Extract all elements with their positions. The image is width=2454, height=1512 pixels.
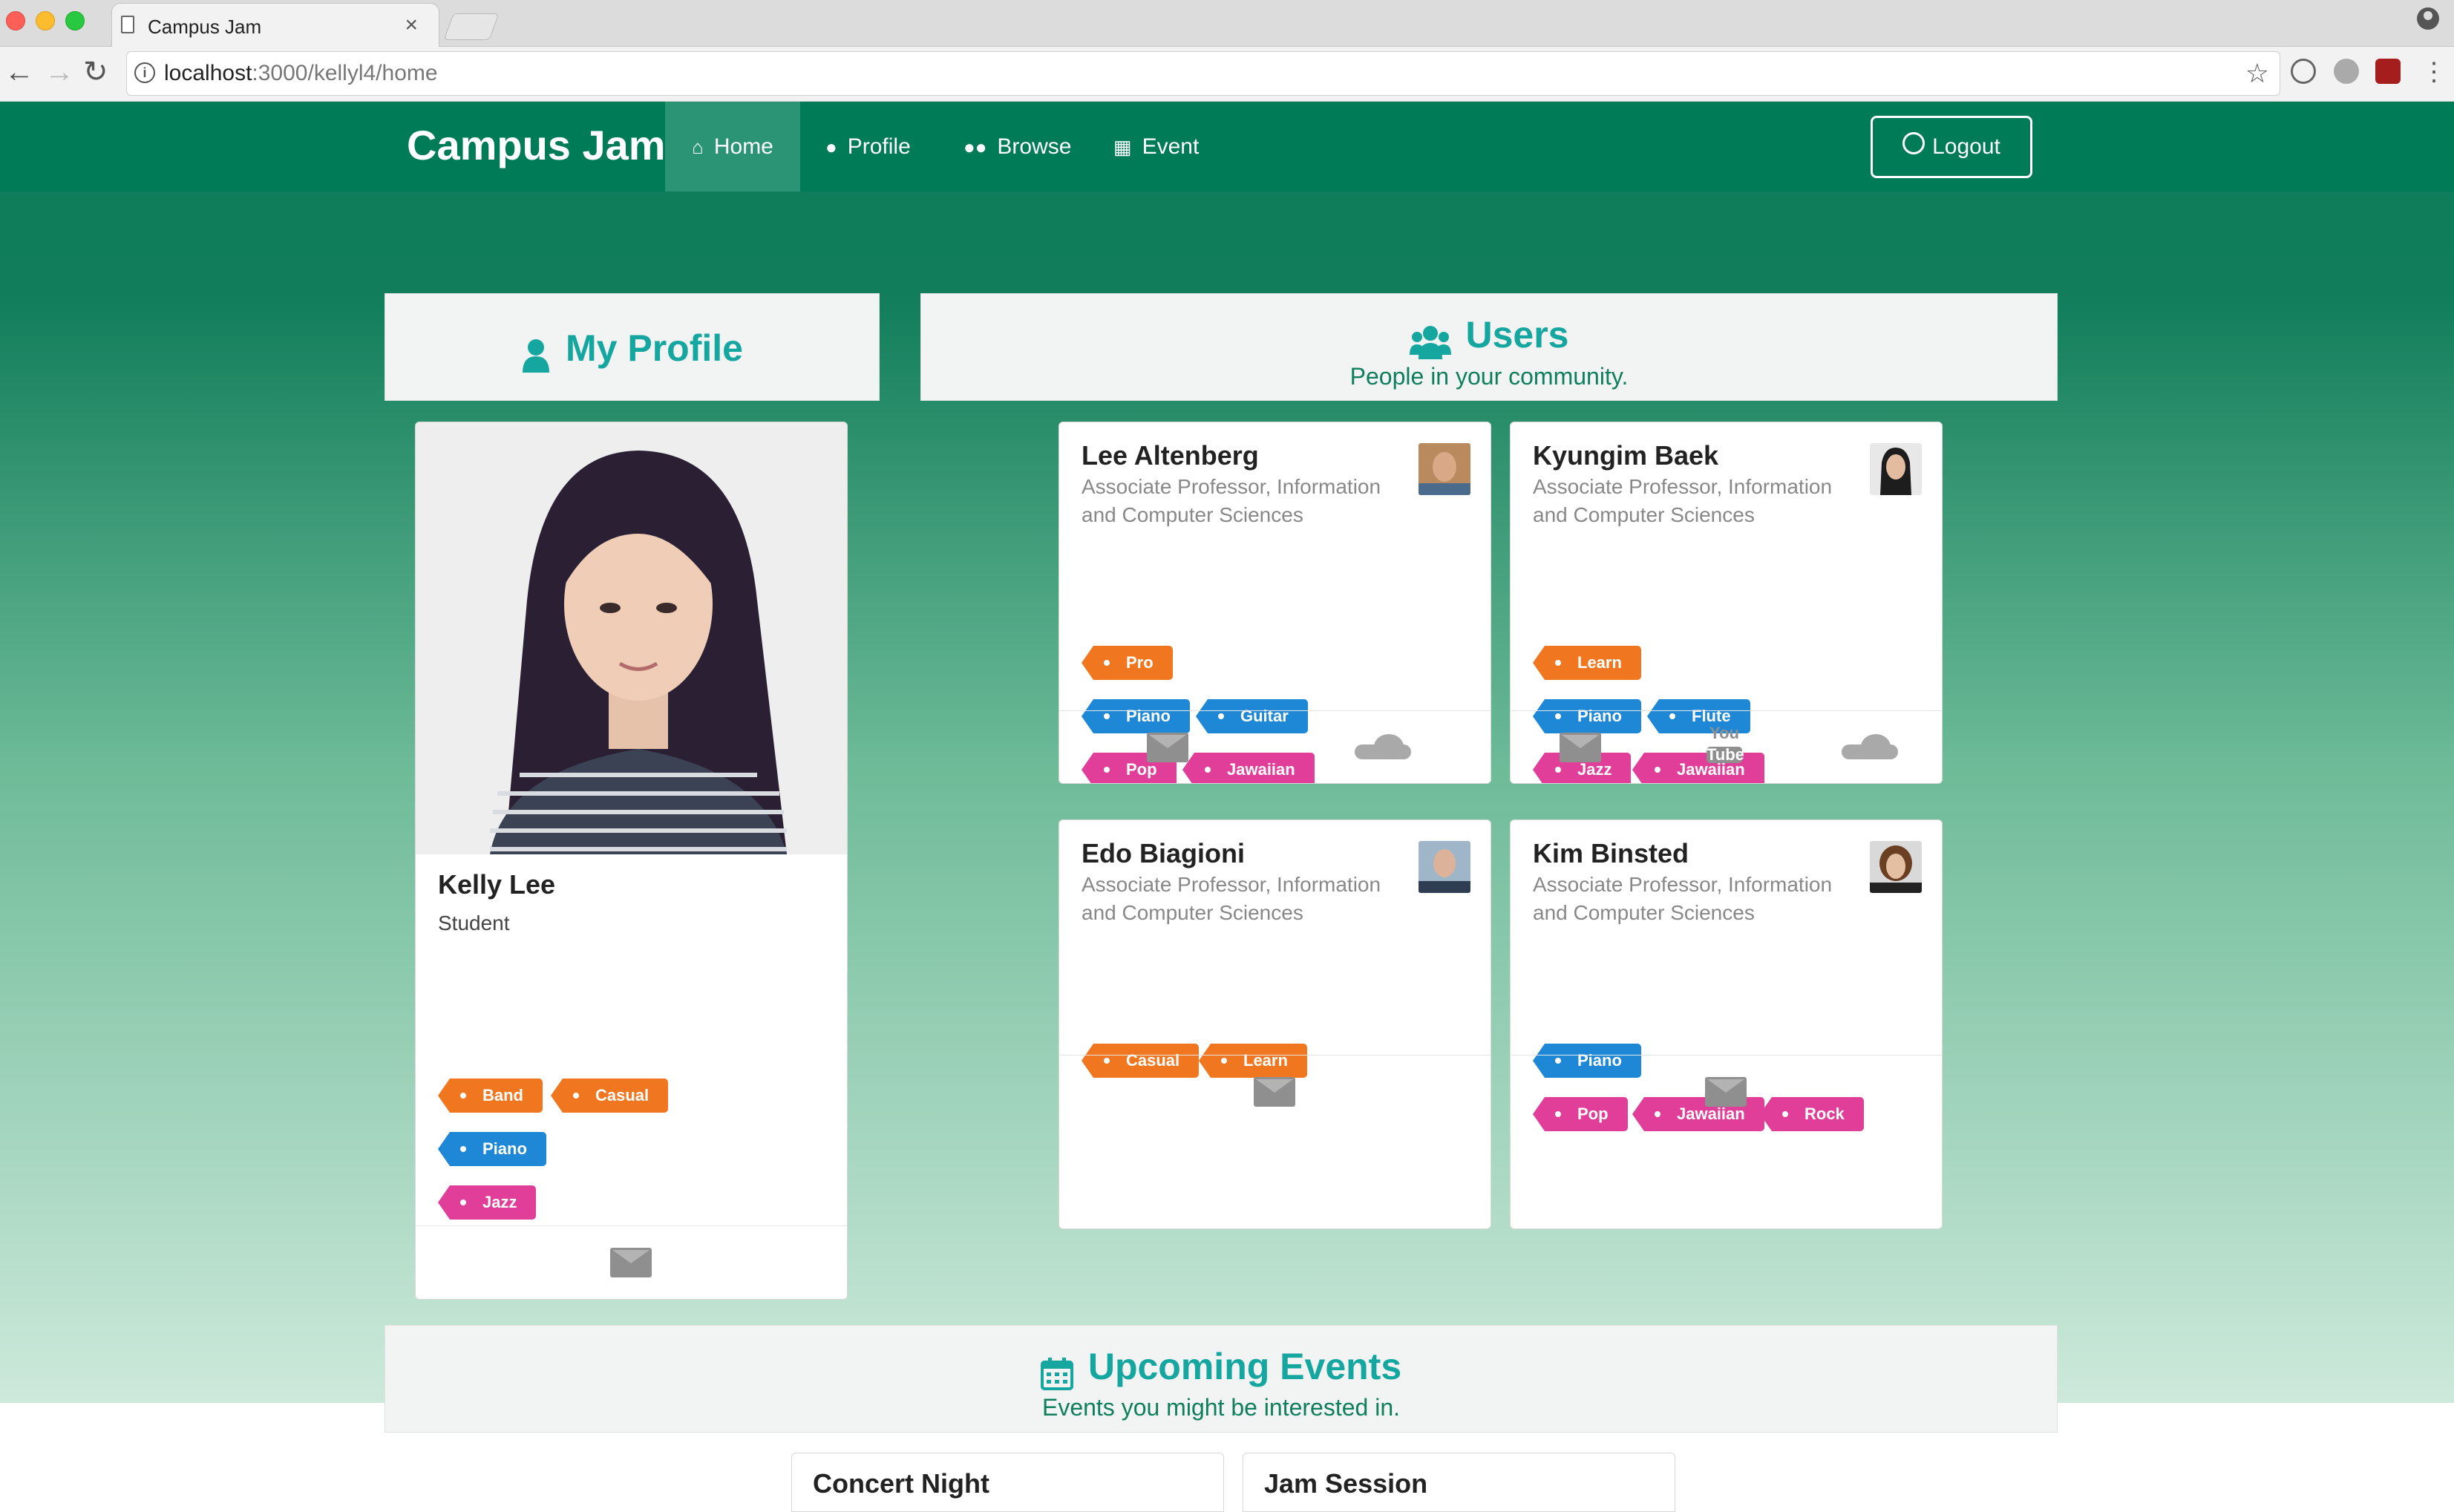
user-name: Kim Binsted (1533, 838, 1689, 868)
user-name: Edo Biagioni (1082, 838, 1245, 868)
info-icon[interactable]: i (134, 62, 155, 83)
tag-jawaiian[interactable]: Jawaiian (1182, 753, 1315, 783)
user-role: Associate Professor, Information and Comp… (1082, 873, 1381, 924)
tag-jawaiian[interactable]: Jawaiian (1632, 753, 1764, 783)
event-name: Concert Night (813, 1468, 989, 1499)
user-card: Edo Biagioni Associate Professor, Inform… (1059, 819, 1491, 1229)
menu-dots-icon[interactable]: ⋮ (2421, 56, 2447, 88)
event-card[interactable]: Jam Session (1243, 1453, 1675, 1512)
nav-profile[interactable]: ● Profile (825, 102, 911, 192)
back-arrow-icon[interactable]: ← (4, 56, 34, 88)
user-avatar (1419, 841, 1470, 893)
card-divider (1511, 710, 1942, 711)
user-card: Lee Altenberg Associate Professor, Infor… (1059, 422, 1491, 784)
tag-pro[interactable]: Pro (1082, 646, 1173, 680)
tag-learn[interactable]: Learn (1199, 1044, 1307, 1078)
tag-piano[interactable]: Piano (438, 1132, 546, 1166)
tag-casual[interactable]: Casual (1081, 1044, 1200, 1078)
user-name: Lee Altenberg (1082, 440, 1259, 471)
user-role: Associate Professor, Information and Comp… (1533, 873, 1833, 924)
card-divider (416, 1225, 847, 1226)
maximize-window-button[interactable] (65, 11, 85, 30)
tag-rock[interactable]: Rock (1760, 1097, 1864, 1131)
calendar-icon: ▦ (1113, 136, 1132, 158)
youtube-icon[interactable]: You Tube (1707, 725, 1744, 767)
home-icon: ⌂ (692, 136, 704, 158)
soundcloud-icon[interactable] (1355, 734, 1411, 759)
forward-arrow-icon[interactable]: → (45, 56, 74, 88)
users-header: Users People in your community. (920, 293, 2058, 401)
brand-logo[interactable]: Campus Jam (407, 121, 666, 169)
mail-icon[interactable] (1254, 1077, 1295, 1107)
account-icon[interactable] (2417, 7, 2439, 30)
mail-icon[interactable] (610, 1248, 652, 1277)
browser-tab-bar: Campus Jam × (0, 0, 2454, 47)
users-subtitle: People in your community. (1349, 363, 1629, 390)
user-name: Kyungim Baek (1533, 440, 1719, 471)
users-title: Users (1465, 314, 1569, 356)
mail-icon[interactable] (1147, 733, 1188, 762)
mail-icon[interactable] (1705, 1077, 1747, 1107)
logout-button[interactable]: Logout (1871, 116, 2032, 178)
events-title: Upcoming Events (1087, 1346, 1402, 1387)
event-card[interactable]: Concert Night (791, 1453, 1224, 1512)
new-tab-button[interactable] (443, 13, 500, 40)
nav-browse[interactable]: ●● Browse (963, 102, 1071, 192)
page-body: Campus Jam ⌂ Home ● Profile ●● Browse ▦ Even… (0, 102, 2454, 1512)
browser-tab[interactable]: Campus Jam × (111, 3, 439, 47)
minimize-window-button[interactable] (36, 11, 55, 30)
address-bar[interactable]: i localhost:3000/kellyl4/home ☆ (126, 51, 2280, 96)
tag-pop[interactable]: Pop (1533, 1097, 1628, 1131)
card-divider (1059, 710, 1491, 711)
bookmark-star-icon[interactable]: ☆ (2245, 58, 2269, 89)
my-profile-header: My Profile (385, 293, 880, 401)
tag-guitar[interactable]: Guitar (1196, 699, 1308, 733)
events-header: Upcoming Events Events you might be inte… (385, 1325, 2058, 1433)
page-icon (121, 16, 134, 33)
card-divider (1059, 1055, 1491, 1056)
tab-close-icon[interactable]: × (405, 13, 418, 38)
profile-photo (416, 422, 847, 854)
user-role: Associate Professor, Information and Comp… (1533, 475, 1833, 526)
url-text: localhost:3000/kellyl4/home (164, 61, 438, 85)
user-role: Associate Professor, Information and Comp… (1082, 475, 1381, 526)
tag-piano[interactable]: Piano (1082, 699, 1190, 733)
nav-event[interactable]: ▦ Event (1113, 102, 1199, 192)
tag-band[interactable]: Band (438, 1079, 543, 1113)
soundcloud-icon[interactable] (1842, 734, 1898, 759)
user-card: Kim Binsted Associate Professor, Informa… (1510, 819, 1943, 1229)
user-icon: ● (825, 136, 837, 158)
card-divider (1511, 1055, 1942, 1056)
tag-learn[interactable]: Learn (1533, 646, 1641, 680)
tag-piano[interactable]: Piano (1533, 1044, 1641, 1078)
user-avatar (1870, 443, 1922, 495)
users-icon (1409, 325, 1451, 363)
tag-casual[interactable]: Casual (550, 1079, 669, 1113)
site-navbar: Campus Jam ⌂ Home ● Profile ●● Browse ▦ Even… (0, 102, 2454, 192)
shield-extension-icon[interactable] (2375, 59, 2401, 84)
users-icon: ●● (963, 136, 987, 158)
profile-role: Student (438, 912, 510, 935)
profile-name: Kelly Lee (438, 869, 556, 900)
reload-icon[interactable]: ↻ (83, 56, 108, 88)
nav-home[interactable]: ⌂ Home (665, 102, 800, 192)
close-window-button[interactable] (6, 11, 25, 30)
events-subtitle: Events you might be interested in. (1041, 1394, 1401, 1421)
calendar-icon (1040, 1358, 1073, 1394)
logout-icon (1902, 132, 1925, 155)
tag-jazz[interactable]: Jazz (437, 1185, 537, 1220)
my-profile-card: Kelly Lee Student Band Casual Piano Jazz (415, 422, 848, 1300)
sync-extension-icon[interactable] (2291, 59, 2316, 84)
user-card: Kyungim Baek Associate Professor, Inform… (1510, 422, 1943, 784)
user-avatar (1870, 841, 1922, 893)
my-profile-title: My Profile (566, 327, 743, 369)
user-avatar (1419, 443, 1470, 495)
browser-toolbar: ← → ↻ i localhost:3000/kellyl4/home ☆ ⋮ (0, 47, 2454, 102)
palette-extension-icon[interactable] (2334, 59, 2359, 84)
event-name: Jam Session (1264, 1468, 1428, 1499)
tag-piano[interactable]: Piano (1533, 699, 1641, 733)
user-icon (521, 338, 551, 376)
tab-title: Campus Jam (148, 16, 262, 38)
mail-icon[interactable] (1560, 733, 1601, 762)
